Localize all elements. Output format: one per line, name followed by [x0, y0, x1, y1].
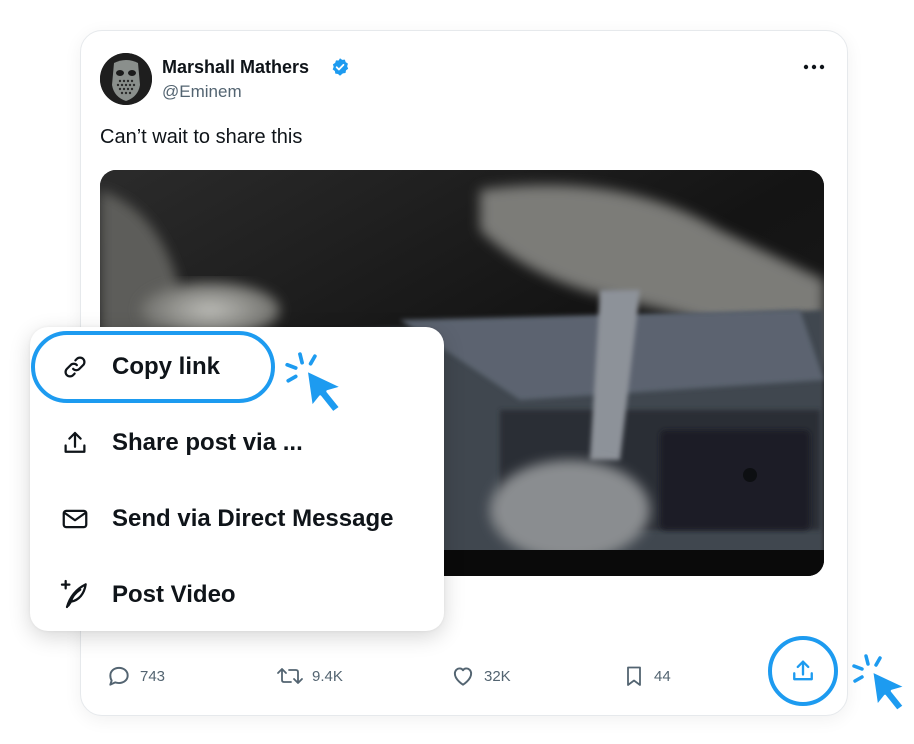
menu-item-direct-message[interactable]: Send via Direct Message: [30, 487, 444, 551]
share-icon: [793, 660, 813, 681]
bookmark-button[interactable]: 44: [622, 660, 671, 692]
avatar-mask-icon: [100, 53, 152, 105]
user-handle[interactable]: @Eminem: [162, 82, 242, 102]
menu-item-label: Share post via ...: [112, 429, 303, 456]
share-icon: [58, 426, 92, 460]
reply-icon: [109, 666, 129, 686]
repost-icon: [277, 668, 303, 684]
post-text: Can’t wait to share this: [100, 126, 303, 148]
menu-item-share-via[interactable]: Share post via ...: [30, 411, 444, 475]
menu-item-post-video[interactable]: Post Video: [30, 563, 444, 627]
menu-item-label: Send via Direct Message: [112, 505, 394, 532]
user-name[interactable]: Marshall Mathers: [162, 57, 309, 78]
verified-badge-icon: [332, 58, 349, 76]
reply-count: 743: [140, 667, 166, 685]
bookmark-count: 44: [654, 667, 671, 685]
like-count: 32K: [484, 667, 511, 685]
share-button[interactable]: [768, 636, 838, 706]
repost-count: 9.4K: [312, 667, 343, 685]
like-button[interactable]: 32K: [450, 660, 511, 692]
click-cursor-icon: [852, 654, 908, 713]
compose-icon: [58, 578, 92, 612]
menu-item-label: Post Video: [112, 581, 236, 608]
envelope-icon: [58, 502, 92, 536]
reply-button[interactable]: 743: [106, 660, 165, 692]
repost-button[interactable]: 9.4K: [276, 660, 343, 692]
click-cursor-icon: [285, 352, 344, 415]
avatar[interactable]: [100, 53, 152, 105]
more-options-icon[interactable]: [800, 56, 828, 78]
heart-icon: [453, 667, 473, 686]
bookmark-icon: [627, 666, 641, 686]
copy-link-highlight: [31, 331, 275, 403]
